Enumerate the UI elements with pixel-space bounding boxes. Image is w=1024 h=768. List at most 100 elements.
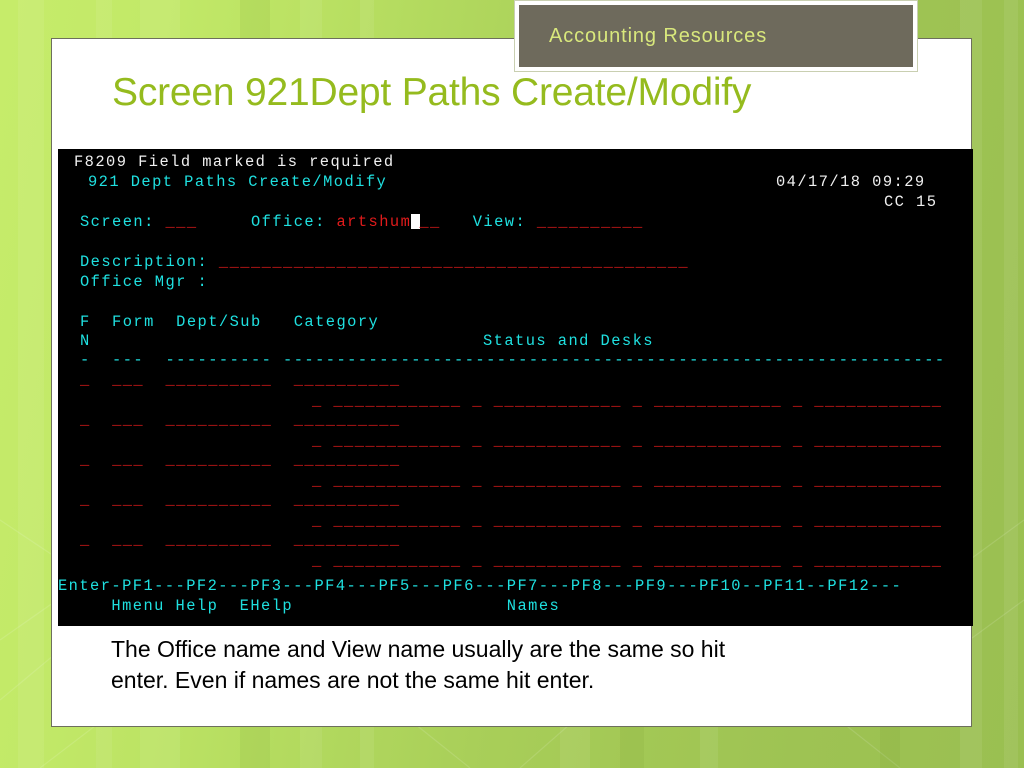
grid-gap (782, 552, 793, 570)
grid-category-input[interactable]: __________ (294, 531, 401, 549)
office-input-blank[interactable]: __ (419, 213, 440, 231)
grid-status-flag-input[interactable]: _ (312, 472, 323, 490)
grid-primary-row[interactable]: _ ___ __________ __________ (80, 491, 401, 510)
grid-gap (643, 512, 654, 530)
grid-category-input[interactable]: __________ (294, 411, 401, 429)
grid-gap (804, 432, 815, 450)
grid-desk-input[interactable]: ____________ (654, 432, 782, 450)
grid-fn-input[interactable]: _ (80, 451, 91, 469)
terminal-screen[interactable]: F8209 Field marked is required 921 Dept … (58, 149, 973, 626)
grid-status-flag-input[interactable]: _ (793, 472, 804, 490)
grid-desk-input[interactable]: ____________ (654, 552, 782, 570)
office-label: Office: (251, 213, 326, 231)
grid-status-row[interactable]: _ ____________ _ ____________ _ ________… (312, 472, 943, 491)
grid-fn-input[interactable]: _ (80, 371, 91, 389)
grid-status-flag-input[interactable]: _ (312, 552, 323, 570)
grid-desk-input[interactable]: ____________ (814, 512, 942, 530)
screen-input[interactable]: ___ (166, 213, 198, 231)
terminal-message: F8209 Field marked is required (74, 153, 395, 171)
grid-desk-input[interactable]: ____________ (333, 392, 461, 410)
grid-status-flag-input[interactable]: _ (633, 552, 644, 570)
grid-status-flag-input[interactable]: _ (312, 432, 323, 450)
section-banner-fill: Accounting Resources (519, 5, 913, 67)
grid-status-flag-input[interactable]: _ (793, 552, 804, 570)
grid-desk-input[interactable]: ____________ (494, 552, 622, 570)
grid-status-flag-input[interactable]: _ (793, 432, 804, 450)
grid-dept-sub-input[interactable]: __________ (166, 371, 273, 389)
pf-key-bar[interactable]: Enter-PF1---PF2---PF3---PF4---PF5---PF6-… (58, 577, 902, 596)
grid-desk-input[interactable]: ____________ (494, 472, 622, 490)
grid-form-input[interactable]: ___ (112, 531, 144, 549)
grid-fn-input[interactable]: _ (80, 411, 91, 429)
grid-desk-input[interactable]: ____________ (814, 392, 942, 410)
grid-desk-input[interactable]: ____________ (333, 512, 461, 530)
grid-status-flag-input[interactable]: _ (472, 392, 483, 410)
grid-status-flag-input[interactable]: _ (793, 512, 804, 530)
grid-status-flag-input[interactable]: _ (312, 392, 323, 410)
grid-dept-sub-input[interactable]: __________ (166, 491, 273, 509)
grid-status-flag-input[interactable]: _ (633, 512, 644, 530)
grid-status-flag-input[interactable]: _ (312, 512, 323, 530)
field-row-description[interactable]: Description: ___________________________… (80, 253, 689, 272)
grid-gap (804, 472, 815, 490)
grid-status-flag-input[interactable]: _ (472, 472, 483, 490)
header-separator: - --- ---------- -----------------------… (80, 351, 946, 370)
grid-form-input[interactable]: ___ (112, 371, 144, 389)
description-input[interactable]: ________________________________________… (219, 253, 689, 271)
grid-form-input[interactable]: ___ (112, 451, 144, 469)
terminal-id: CC 15 (884, 193, 938, 211)
field-row-screen-office-view[interactable]: Screen: ___ Office: artshum __ View: ____… (80, 213, 644, 232)
grid-status-flag-input[interactable]: _ (472, 512, 483, 530)
grid-desk-input[interactable]: ____________ (494, 392, 622, 410)
pf-key-labels[interactable]: Hmenu Help EHelp Names (58, 597, 560, 616)
grid-status-flag-input[interactable]: _ (472, 552, 483, 570)
grid-gap (643, 552, 654, 570)
grid-status-flag-input[interactable]: _ (793, 392, 804, 410)
grid-status-row[interactable]: _ ____________ _ ____________ _ ________… (312, 392, 943, 411)
column-headers-row1: F Form Dept/Sub Category (80, 313, 380, 331)
grid-desk-input[interactable]: ____________ (494, 512, 622, 530)
grid-status-flag-input[interactable]: _ (633, 432, 644, 450)
grid-status-flag-input[interactable]: _ (633, 392, 644, 410)
office-input[interactable]: artshum (337, 213, 412, 231)
grid-desk-input[interactable]: ____________ (814, 472, 942, 490)
grid-desk-input[interactable]: ____________ (333, 552, 461, 570)
grid-status-row[interactable]: _ ____________ _ ____________ _ ________… (312, 432, 943, 451)
slide-content-card: Screen 921Dept Paths Create/Modify F8209… (51, 38, 973, 727)
grid-dept-sub-input[interactable]: __________ (166, 411, 273, 429)
grid-gap (323, 512, 334, 530)
grid-desk-input[interactable]: ____________ (654, 392, 782, 410)
terminal-date: 04/17/18 09:29 (776, 173, 926, 191)
grid-status-flag-input[interactable]: _ (472, 432, 483, 450)
grid-gap (462, 472, 473, 490)
grid-category-input[interactable]: __________ (294, 491, 401, 509)
grid-desk-input[interactable]: ____________ (333, 432, 461, 450)
grid-form-input[interactable]: ___ (112, 491, 144, 509)
grid-desk-input[interactable]: ____________ (654, 512, 782, 530)
grid-desk-input[interactable]: ____________ (814, 552, 942, 570)
grid-fn-input[interactable]: _ (80, 531, 91, 549)
grid-gap (144, 371, 165, 389)
grid-status-row[interactable]: _ ____________ _ ____________ _ ________… (312, 552, 943, 571)
grid-status-flag-input[interactable]: _ (633, 472, 644, 490)
office-mgr-label: Office Mgr : (80, 273, 209, 291)
grid-dept-sub-input[interactable]: __________ (166, 531, 273, 549)
grid-primary-row[interactable]: _ ___ __________ __________ (80, 411, 401, 430)
grid-status-row[interactable]: _ ____________ _ ____________ _ ________… (312, 512, 943, 531)
grid-dept-sub-input[interactable]: __________ (166, 451, 273, 469)
grid-desk-input[interactable]: ____________ (814, 432, 942, 450)
view-input[interactable]: __________ (537, 213, 644, 231)
grid-desk-input[interactable]: ____________ (333, 472, 461, 490)
grid-desk-input[interactable]: ____________ (494, 432, 622, 450)
view-label: View: (472, 213, 527, 231)
grid-primary-row[interactable]: _ ___ __________ __________ (80, 371, 401, 390)
grid-category-input[interactable]: __________ (294, 371, 401, 389)
grid-desk-input[interactable]: ____________ (654, 472, 782, 490)
section-banner: Accounting Resources (514, 0, 918, 72)
grid-form-input[interactable]: ___ (112, 411, 144, 429)
grid-primary-row[interactable]: _ ___ __________ __________ (80, 451, 401, 470)
grid-category-input[interactable]: __________ (294, 451, 401, 469)
grid-primary-row[interactable]: _ ___ __________ __________ (80, 531, 401, 550)
grid-fn-input[interactable]: _ (80, 491, 91, 509)
grid-gap (782, 432, 793, 450)
